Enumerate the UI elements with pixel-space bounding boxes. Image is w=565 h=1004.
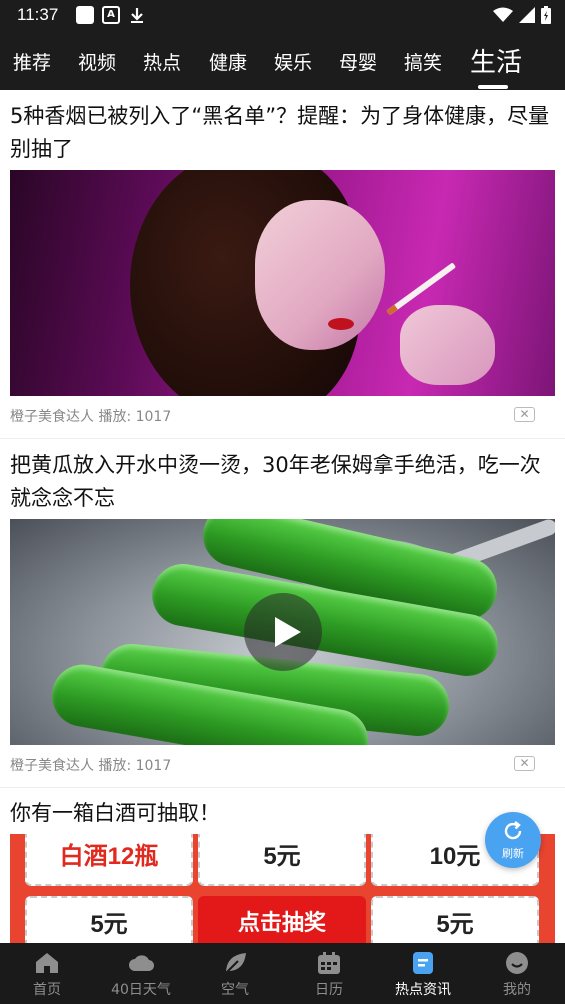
app-notification-icon [76, 6, 94, 24]
refresh-label: 刷新 [502, 847, 524, 860]
article-author: 橙子美食达人 [10, 409, 94, 425]
signal-icon [519, 7, 535, 27]
news-icon [410, 951, 436, 975]
profile-icon [504, 951, 530, 975]
tab-funny[interactable]: 搞笑 [404, 48, 442, 75]
download-icon [128, 6, 146, 24]
article-plays: 播放: 1017 [98, 758, 172, 774]
system-icons [493, 6, 551, 28]
tab-health[interactable]: 健康 [209, 48, 247, 75]
nav-air[interactable]: 空气 [188, 943, 282, 1004]
draw-button[interactable]: 点击抽奖 [198, 896, 366, 943]
tab-entertainment[interactable]: 娱乐 [274, 48, 312, 75]
calendar-icon [316, 951, 342, 975]
dismiss-button[interactable]: ✕ [514, 756, 535, 771]
dismiss-button[interactable]: ✕ [514, 407, 535, 422]
nav-weather[interactable]: 40日天气 [94, 943, 188, 1004]
refresh-icon [502, 820, 524, 842]
leaf-icon [222, 951, 248, 975]
nav-calendar[interactable]: 日历 [282, 943, 376, 1004]
cloud-icon [128, 951, 155, 975]
article-meta: 橙子美食达人 播放: 1017 [10, 406, 171, 426]
battery-icon [541, 6, 551, 28]
nav-hot-news[interactable]: 热点资讯 [376, 943, 470, 1004]
article-author: 橙子美食达人 [10, 758, 94, 774]
article-image[interactable] [10, 170, 555, 396]
divider [0, 787, 565, 788]
promo-lottery-grid[interactable]: 白酒12瓶 5元 10元 5元 点击抽奖 5元 [10, 834, 555, 943]
article-title[interactable]: 把黄瓜放入开水中烫一烫，30年老保姆拿手绝活，吃一次就念念不忘 [10, 449, 555, 515]
tab-life[interactable]: 生活 [470, 42, 522, 79]
play-icon[interactable] [244, 593, 322, 671]
nav-home[interactable]: 首页 [0, 943, 94, 1004]
tab-parenting[interactable]: 母婴 [339, 48, 377, 75]
prize-cell: 白酒12瓶 [25, 834, 193, 886]
a-notification-icon: A [102, 6, 120, 24]
home-icon [34, 951, 60, 975]
article-plays: 播放: 1017 [98, 409, 172, 425]
divider [0, 438, 565, 439]
prize-cell: 5元 [25, 896, 193, 943]
prize-cell: 5元 [371, 896, 539, 943]
category-tabs: 推荐 视频 热点 健康 娱乐 母婴 搞笑 生活 [0, 32, 565, 90]
active-tab-indicator [478, 85, 508, 89]
news-feed[interactable]: 5种香烟已被列入了“黑名单”？提醒：为了身体健康，尽量别抽了 橙子美食达人 播放… [0, 90, 565, 943]
wifi-icon [493, 7, 513, 27]
article-meta: 橙子美食达人 播放: 1017 [10, 755, 171, 775]
promo-title[interactable]: 你有一箱白酒可抽取！ [10, 797, 220, 827]
status-time: 11:37 [17, 5, 59, 24]
tab-video[interactable]: 视频 [78, 48, 116, 75]
prize-cell: 5元 [198, 834, 366, 886]
notification-icons: A [76, 6, 146, 24]
nav-profile[interactable]: 我的 [470, 943, 564, 1004]
tab-recommend[interactable]: 推荐 [13, 48, 51, 75]
status-bar: 11:37 A [0, 0, 565, 32]
article-video-thumbnail[interactable] [10, 519, 555, 745]
tab-hot[interactable]: 热点 [143, 48, 181, 75]
bottom-navigation: 首页 40日天气 空气 日历 热点资讯 我的 [0, 943, 565, 1004]
article-title[interactable]: 5种香烟已被列入了“黑名单”？提醒：为了身体健康，尽量别抽了 [10, 100, 555, 166]
refresh-button[interactable]: 刷新 [485, 812, 541, 868]
